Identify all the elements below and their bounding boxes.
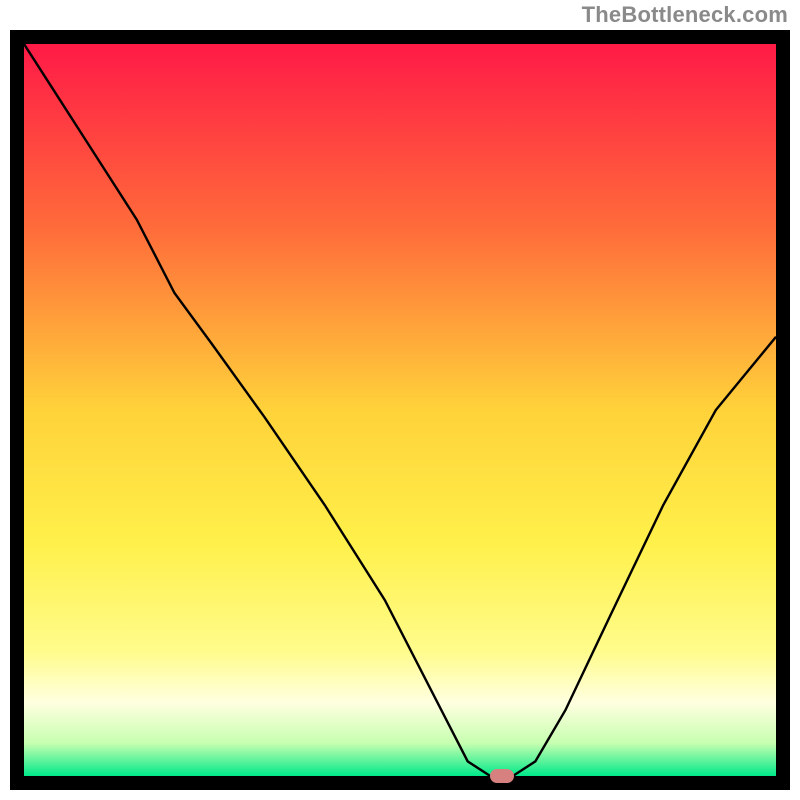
chart-frame [10,30,790,790]
chart-root: TheBottleneck.com [0,0,800,800]
background-gradient [24,44,776,776]
watermark-text: TheBottleneck.com [582,2,788,28]
plot-area [24,44,776,776]
optimum-marker [490,769,514,783]
